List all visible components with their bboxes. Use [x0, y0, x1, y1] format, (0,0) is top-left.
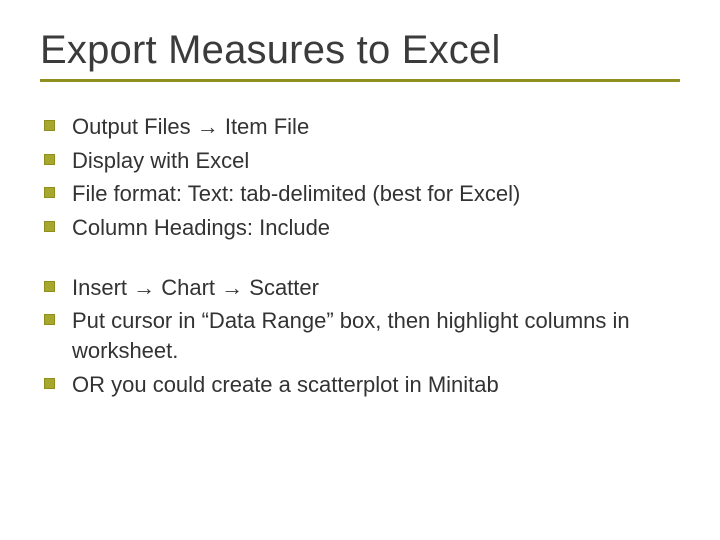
- list-item: Display with Excel: [40, 146, 680, 176]
- title-rule: [40, 79, 680, 82]
- list-item: Insert → Chart → Scatter: [40, 273, 680, 303]
- group-gap: [40, 247, 680, 273]
- list-item: Column Headings: Include: [40, 213, 680, 243]
- page-title: Export Measures to Excel: [40, 28, 680, 73]
- list-item: File format: Text: tab-delimited (best f…: [40, 179, 680, 209]
- list-item: OR you could create a scatterplot in Min…: [40, 370, 680, 400]
- slide: Export Measures to Excel Output Files → …: [0, 0, 720, 540]
- bullet-group-1: Output Files → Item File Display with Ex…: [40, 112, 680, 243]
- list-item: Put cursor in “Data Range” box, then hig…: [40, 306, 680, 365]
- list-item: Output Files → Item File: [40, 112, 680, 142]
- bullet-group-2: Insert → Chart → Scatter Put cursor in “…: [40, 273, 680, 400]
